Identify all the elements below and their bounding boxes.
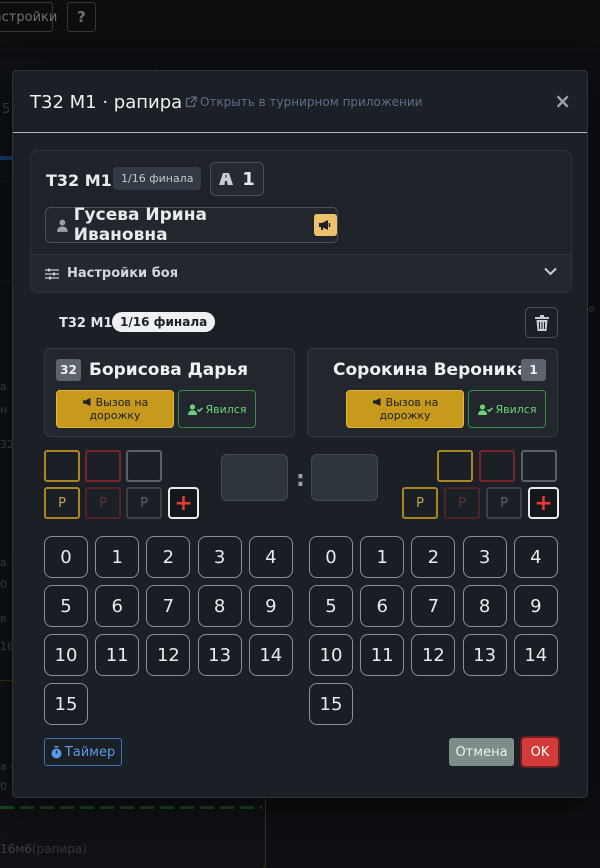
fencer-right-seed: 1 bbox=[521, 359, 546, 381]
left-p-red[interactable]: P bbox=[85, 487, 121, 519]
right-add-penalty-button[interactable]: + bbox=[528, 487, 559, 519]
left-score-key[interactable]: 7 bbox=[146, 585, 191, 627]
left-score-display bbox=[221, 454, 288, 501]
left-score-key[interactable]: 10 bbox=[44, 634, 88, 676]
right-score-key[interactable]: 1 bbox=[360, 536, 405, 578]
timer-button[interactable]: Таймер bbox=[44, 738, 122, 766]
right-score-key[interactable]: 7 bbox=[411, 585, 456, 627]
chevron-down-icon bbox=[544, 267, 557, 276]
megaphone-icon[interactable] bbox=[313, 214, 337, 236]
right-score-key[interactable]: 5 bbox=[309, 585, 353, 627]
right-score-key[interactable]: 9 bbox=[513, 585, 558, 627]
left-score-key[interactable]: 5 bbox=[44, 585, 88, 627]
megaphone-icon bbox=[372, 397, 381, 407]
fencer-left-call-button[interactable]: Вызов на дорожку bbox=[56, 390, 174, 428]
left-score-key[interactable]: 14 bbox=[248, 634, 293, 676]
right-score-key[interactable]: 6 bbox=[360, 585, 405, 627]
right-score-key[interactable]: 14 bbox=[513, 634, 558, 676]
modal-header: Т32 М1 · рапира Открыть в турнирном прил… bbox=[13, 71, 587, 133]
right-red-card[interactable] bbox=[479, 450, 515, 482]
right-score-key[interactable]: 12 bbox=[411, 634, 456, 676]
right-score-key[interactable]: 11 bbox=[360, 634, 405, 676]
right-score-key[interactable]: 10 bbox=[309, 634, 353, 676]
right-score-key[interactable]: 15 bbox=[309, 683, 353, 725]
left-score-key[interactable]: 13 bbox=[197, 634, 242, 676]
right-score-key[interactable]: 0 bbox=[309, 536, 353, 578]
road-icon bbox=[219, 173, 234, 185]
left-score-key[interactable]: 6 bbox=[95, 585, 140, 627]
right-score-key[interactable]: 8 bbox=[462, 585, 507, 627]
bout-info-card: Т32 М1 1/16 финала 1 Гусева Ирина Иванов… bbox=[30, 150, 572, 293]
left-yellow-card[interactable] bbox=[44, 450, 80, 482]
right-p-black[interactable]: P bbox=[486, 487, 522, 519]
open-in-tournament-link[interactable]: Открыть в турнирном приложении bbox=[185, 95, 422, 109]
left-score-key[interactable]: 1 bbox=[95, 536, 140, 578]
right-p-red[interactable]: P bbox=[444, 487, 480, 519]
left-score-key[interactable]: 11 bbox=[95, 634, 140, 676]
left-score-key[interactable]: 0 bbox=[44, 536, 88, 578]
left-p-yellow[interactable]: P bbox=[44, 487, 80, 519]
piste-selector[interactable]: 1 bbox=[210, 162, 264, 196]
bout-modal: Т32 М1 · рапира Открыть в турнирном прил… bbox=[12, 70, 588, 798]
close-button[interactable]: × bbox=[554, 89, 571, 113]
right-score-key[interactable]: 3 bbox=[462, 536, 507, 578]
cancel-button[interactable]: Отмена bbox=[449, 738, 514, 766]
right-p-yellow[interactable]: P bbox=[402, 487, 438, 519]
left-score-key[interactable]: 3 bbox=[197, 536, 242, 578]
left-score-key[interactable]: 12 bbox=[146, 634, 191, 676]
right-score-key[interactable]: 2 bbox=[411, 536, 456, 578]
right-score-display bbox=[311, 454, 378, 501]
fencer-left-seed: 32 bbox=[56, 359, 81, 381]
right-yellow-card[interactable] bbox=[437, 450, 473, 482]
stopwatch-icon bbox=[51, 745, 62, 758]
score-separator: : bbox=[296, 467, 305, 492]
left-red-card[interactable] bbox=[85, 450, 121, 482]
sliders-icon bbox=[45, 268, 59, 279]
modal-title: Т32 М1 · рапира bbox=[30, 92, 183, 113]
bout-code: Т32 М1 bbox=[46, 171, 112, 190]
right-score-key[interactable]: 4 bbox=[513, 536, 558, 578]
round-badge: 1/16 финала bbox=[113, 167, 202, 190]
fencer-left-appeared-button[interactable]: Явился bbox=[178, 390, 256, 428]
right-score-key[interactable]: 13 bbox=[462, 634, 507, 676]
left-score-key[interactable]: 2 bbox=[146, 536, 191, 578]
fencer-left-card: 32 Борисова Дарья Вызов на дорожку Явилс… bbox=[44, 348, 295, 437]
fencer-right-name: Сорокина Вероника bbox=[333, 360, 529, 380]
left-score-key[interactable]: 8 bbox=[197, 585, 242, 627]
fencer-right-call-button[interactable]: Вызов на дорожку bbox=[346, 390, 464, 428]
right-black-card[interactable] bbox=[521, 450, 557, 482]
delete-button[interactable] bbox=[525, 307, 558, 338]
fencer-right-appeared-button[interactable]: Явился bbox=[468, 390, 546, 428]
sub-round-badge: 1/16 финала bbox=[112, 312, 216, 332]
user-icon bbox=[57, 219, 68, 232]
fencer-right-card: Сорокина Вероника 1 Вызов на дорожку Яви… bbox=[307, 348, 558, 437]
bout-settings-toggle[interactable]: Настройки боя bbox=[31, 254, 571, 292]
left-score-key[interactable]: 9 bbox=[248, 585, 293, 627]
fencer-left-name: Борисова Дарья bbox=[89, 360, 249, 380]
user-check-icon bbox=[187, 403, 203, 415]
ok-button[interactable]: OK bbox=[522, 738, 558, 766]
left-p-black[interactable]: P bbox=[126, 487, 162, 519]
sub-bout-code: Т32 М1 bbox=[59, 315, 113, 331]
left-add-penalty-button[interactable]: + bbox=[168, 487, 199, 519]
referee-field[interactable]: Гусева Ирина Ивановна bbox=[45, 205, 338, 245]
left-score-key[interactable]: 15 bbox=[44, 683, 88, 725]
trash-icon bbox=[534, 314, 549, 331]
user-check-icon bbox=[477, 403, 493, 415]
megaphone-icon bbox=[82, 397, 91, 407]
external-link-icon bbox=[185, 96, 197, 108]
left-score-key[interactable]: 4 bbox=[248, 536, 293, 578]
left-black-card[interactable] bbox=[126, 450, 162, 482]
